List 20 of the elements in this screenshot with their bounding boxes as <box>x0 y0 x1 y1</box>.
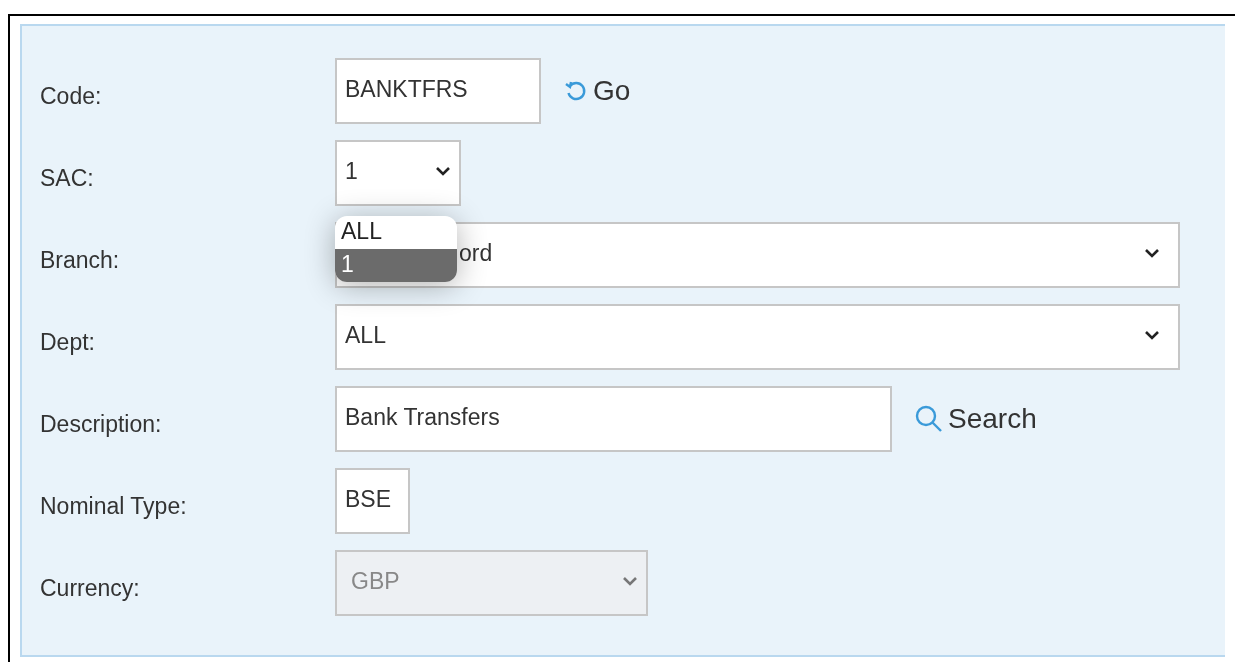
chevron-down-icon <box>1144 330 1160 340</box>
field-label: Description: <box>40 409 163 438</box>
field-label: Code: <box>40 81 103 110</box>
dropdown-option[interactable]: 1 <box>335 249 457 282</box>
select-field[interactable]: ALL <box>335 304 1180 370</box>
text-field[interactable]: BANKTFRS <box>335 58 541 124</box>
action-button[interactable]: Go <box>563 75 631 107</box>
chevron-down-icon <box>435 166 451 176</box>
field-label: Dept: <box>40 327 96 356</box>
field-label: Nominal Type: <box>40 491 188 520</box>
action-button[interactable]: Search <box>914 403 1037 435</box>
search-icon <box>914 404 944 434</box>
field-label: Currency: <box>40 573 141 602</box>
text-field[interactable]: Bank Transfers <box>335 386 892 452</box>
chevron-down-icon <box>622 576 638 586</box>
field-label: Branch: <box>40 245 121 274</box>
field-label: SAC: <box>40 163 95 192</box>
text-field[interactable]: BSE <box>335 468 410 534</box>
chevron-down-icon <box>1144 248 1160 258</box>
select-field[interactable]: 1 <box>335 140 461 206</box>
